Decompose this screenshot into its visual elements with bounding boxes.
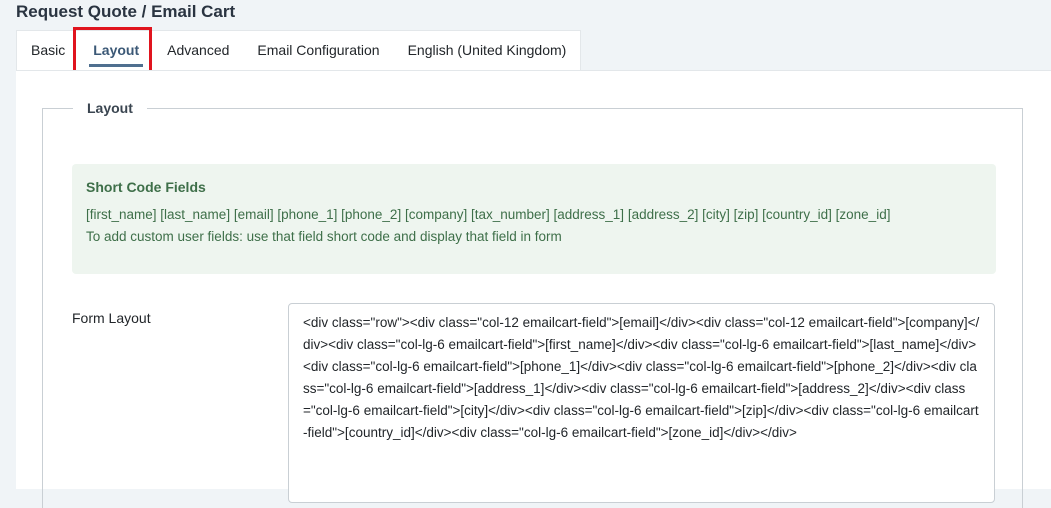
form-layout-textarea[interactable]: <div class="row"><div class="col-12 emai… bbox=[288, 303, 995, 503]
tab-bar: Basic Layout Advanced Email Configuratio… bbox=[16, 30, 582, 70]
tab-layout[interactable]: Layout bbox=[79, 31, 153, 70]
fieldset-legend: Layout bbox=[73, 99, 147, 117]
page-title: Request Quote / Email Cart bbox=[16, 2, 236, 21]
shortcode-note: To add custom user fields: use that fiel… bbox=[86, 229, 562, 244]
form-layout-label: Form Layout bbox=[72, 310, 151, 326]
tab-english-uk[interactable]: English (United Kingdom) bbox=[394, 31, 581, 70]
shortcode-fields-list: [first_name] [last_name] [email] [phone_… bbox=[86, 207, 891, 222]
tab-basic[interactable]: Basic bbox=[17, 31, 79, 70]
tab-advanced[interactable]: Advanced bbox=[153, 31, 243, 70]
shortcode-info-alert: Short Code Fields [first_name] [last_nam… bbox=[72, 164, 996, 274]
tab-email-configuration[interactable]: Email Configuration bbox=[243, 31, 393, 70]
tab-content-panel: Layout Short Code Fields [first_name] [l… bbox=[16, 70, 1051, 508]
shortcode-title: Short Code Fields bbox=[86, 179, 206, 195]
